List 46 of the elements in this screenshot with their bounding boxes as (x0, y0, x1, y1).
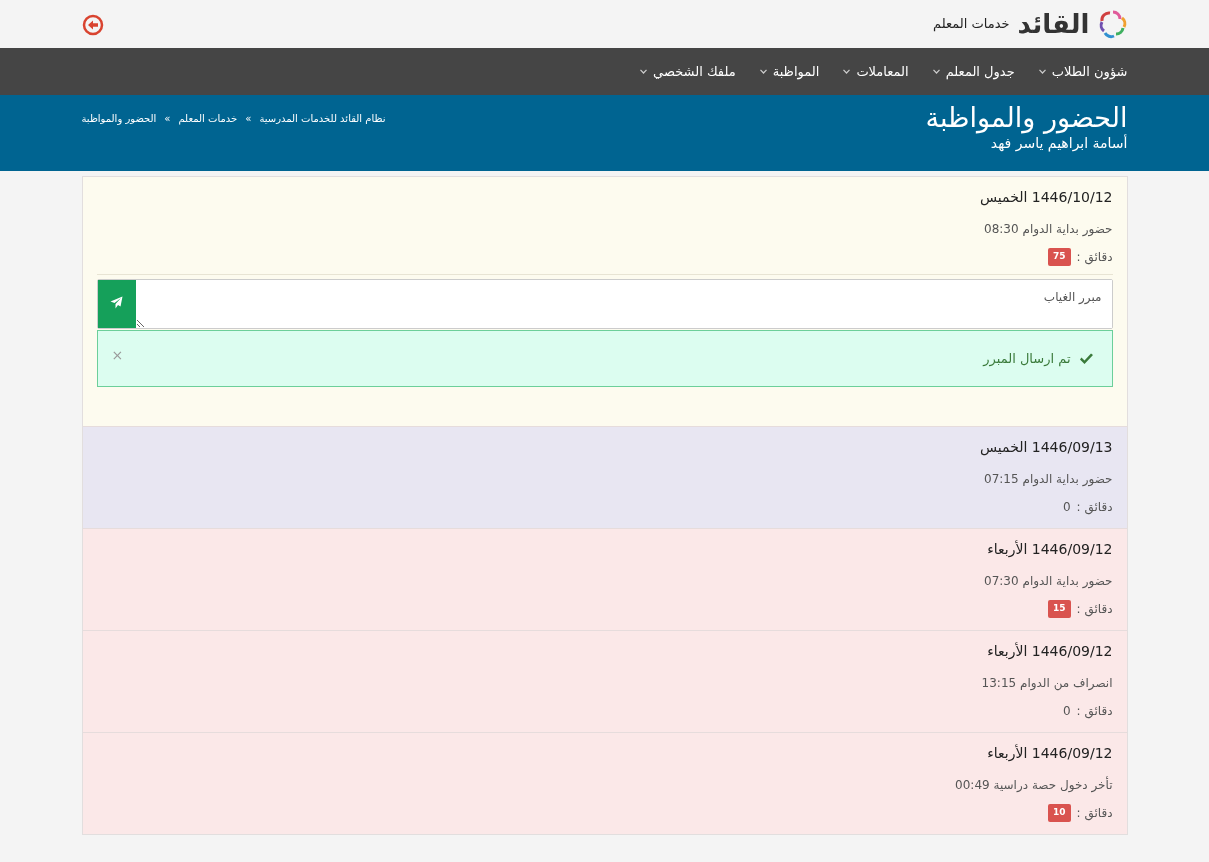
record-event: حضور بداية الدوام 07:30 (983, 573, 1113, 590)
record-event: انصراف من الدوام 13:15 (980, 675, 1113, 692)
minutes-badge: 75 (1048, 248, 1071, 266)
record-event: حضور بداية الدوام 07:15 (983, 471, 1113, 488)
brand-subtitle: خدمات المعلم (933, 15, 1010, 34)
send-button[interactable] (97, 280, 136, 328)
breadcrumb-link[interactable]: نظام القائد للخدمات المدرسية (259, 111, 386, 126)
excuse-field[interactable]: مبرر الغياب (96, 279, 1113, 329)
minutes-label: دقائق : (1076, 249, 1113, 266)
brand-name: القائد (1017, 11, 1090, 37)
chevron-down-icon (759, 69, 767, 74)
minutes-badge: 15 (1048, 600, 1071, 618)
record-date: 1446/09/12 الأربعاء (986, 539, 1113, 560)
record-date: 1446/09/12 الأربعاء (986, 743, 1113, 764)
breadcrumb-separator: » (245, 112, 252, 126)
chevron-down-icon (843, 69, 851, 74)
chevron-down-icon (932, 69, 940, 74)
minutes-label: دقائق : (1076, 703, 1113, 720)
breadcrumb-separator: » (164, 112, 171, 126)
chevron-down-icon (1038, 69, 1046, 74)
record-event: حضور بداية الدوام 08:30 (983, 221, 1113, 238)
breadcrumb-link[interactable]: خدمات المعلم (178, 111, 238, 126)
breadcrumb-link[interactable]: الحضور والمواظبة (81, 111, 157, 126)
nav-menu-item[interactable]: المواظبة (759, 61, 820, 82)
record-date: 1446/09/13 الخميس (979, 438, 1113, 458)
logo-icon (1097, 9, 1128, 39)
nav-menu-item[interactable]: شؤون الطلاب (1038, 61, 1128, 82)
minutes-value: 0 (1062, 703, 1071, 720)
nav-menu-item[interactable]: جدول المعلم (932, 61, 1015, 82)
user-name: أسامة ابراهيم ياسر فهد (989, 134, 1128, 154)
alert-message: تم ارسال المبرر (983, 349, 1071, 369)
page-title: الحضور والمواظبة (925, 103, 1128, 133)
record-event: تأخر دخول حصة دراسية 00:49 (954, 776, 1113, 794)
nav-menu-item[interactable]: المعاملات (843, 61, 909, 82)
nav-menu-item[interactable]: ملفك الشخصي (640, 61, 736, 82)
minutes-label: دقائق : (1076, 499, 1113, 516)
minutes-label: دقائق : (1076, 601, 1113, 618)
record-date: 1446/10/12 الخميس (979, 188, 1113, 208)
chevron-down-icon (640, 69, 648, 74)
send-icon (110, 296, 123, 309)
minutes-badge: 10 (1048, 804, 1071, 822)
minutes-label: دقائق : (1076, 805, 1113, 822)
check-icon (1078, 352, 1094, 365)
minutes-value: 0 (1062, 499, 1071, 516)
record-date: 1446/09/12 الأربعاء (986, 641, 1113, 662)
logout-button[interactable] (81, 12, 104, 36)
